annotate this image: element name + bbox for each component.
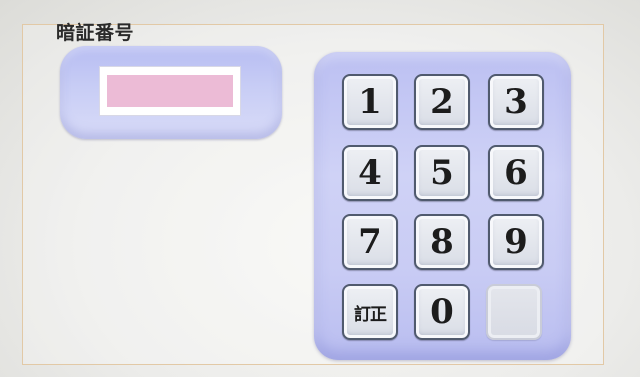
key-7[interactable]: 7 (342, 214, 398, 270)
page-title: 暗証番号 (56, 22, 135, 44)
key-4[interactable]: 4 (342, 145, 398, 201)
pin-field-frame (99, 66, 241, 116)
key-9[interactable]: 9 (488, 214, 544, 270)
key-2[interactable]: 2 (414, 74, 470, 130)
correct-button[interactable]: 訂正 (342, 284, 398, 340)
atm-screen: 暗証番号 1 2 3 4 5 6 7 8 9 訂正 0 (0, 0, 640, 377)
pin-display-panel (60, 46, 282, 139)
key-5[interactable]: 5 (414, 145, 470, 201)
keypad-panel: 1 2 3 4 5 6 7 8 9 訂正 0 (314, 52, 571, 360)
key-8[interactable]: 8 (414, 214, 470, 270)
key-3[interactable]: 3 (488, 74, 544, 130)
blank-key[interactable] (486, 284, 542, 340)
pin-input[interactable] (107, 75, 233, 107)
key-0[interactable]: 0 (414, 284, 470, 340)
key-1[interactable]: 1 (342, 74, 398, 130)
key-6[interactable]: 6 (488, 145, 544, 201)
